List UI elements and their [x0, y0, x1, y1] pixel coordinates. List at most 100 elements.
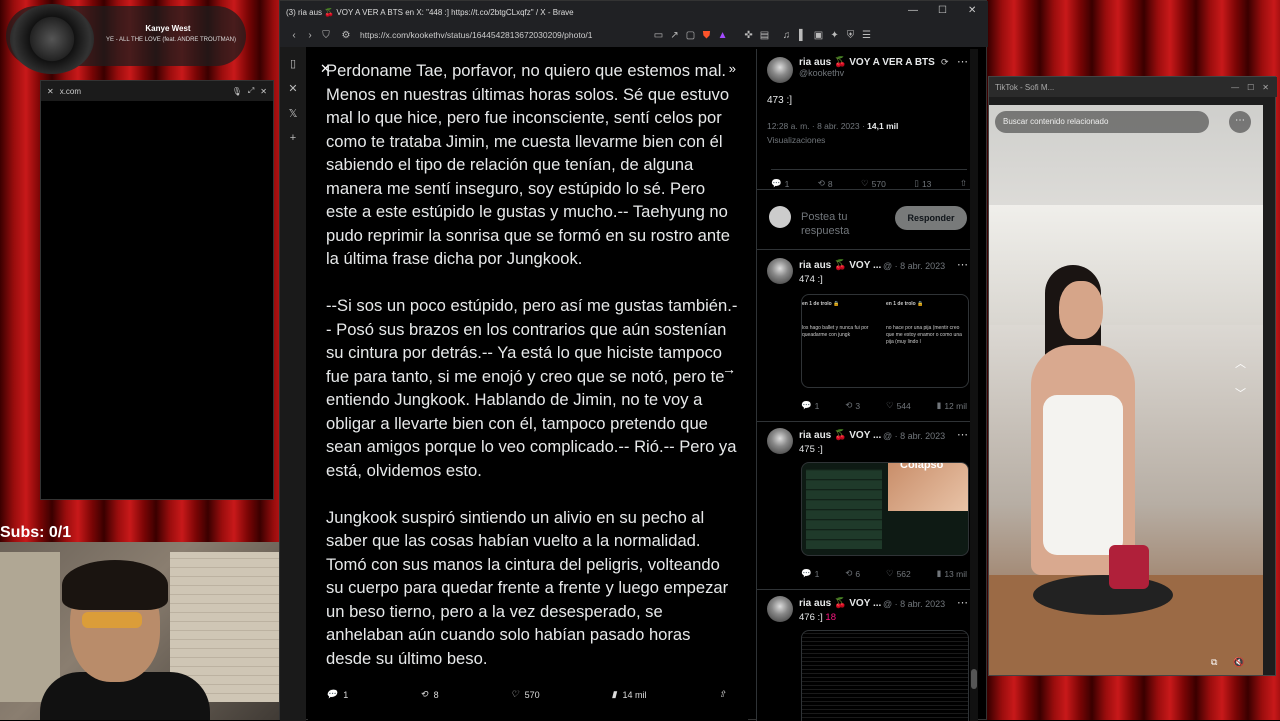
bookmark-icon[interactable]: ⛉: [318, 30, 334, 41]
more-icon[interactable]: ⋯: [957, 258, 968, 271]
more-icon[interactable]: ⋯: [957, 428, 968, 441]
author-handle[interactable]: @kookethv: [799, 68, 969, 78]
heart-icon: ♡: [510, 689, 519, 699]
cutting-board: [1033, 575, 1173, 615]
reply-tweet[interactable]: ria aus 🍒 VOY ... @ · 8 abr. 2023 ⋯ 474 …: [757, 249, 978, 419]
reply-button[interactable]: 💬 1: [771, 178, 789, 189]
add-icon[interactable]: +: [290, 132, 296, 144]
leo-ai-icon[interactable]: ✦: [827, 30, 843, 41]
close-window-button[interactable]: ✕: [968, 5, 976, 16]
close-window-button[interactable]: ✕: [1262, 83, 1269, 92]
person-tank-top: [1043, 395, 1123, 555]
x-logo-icon: ✕: [47, 86, 54, 96]
scroll-up-icon[interactable]: ︿: [1235, 355, 1246, 371]
scroll-down-icon[interactable]: ﹀: [1235, 385, 1246, 401]
main-tweet-text: 473 :]: [767, 95, 793, 106]
expand-icon[interactable]: ⤢: [248, 86, 254, 96]
sidebar-toggle-icon[interactable]: ▌: [795, 30, 811, 41]
share-icon[interactable]: ↗: [667, 30, 683, 41]
share-button[interactable]: ⇧: [718, 689, 726, 700]
reply-author[interactable]: ria aus 🍒 VOY ...: [799, 430, 881, 441]
chat-screenshot: [806, 469, 882, 549]
extensions-icon[interactable]: ✜: [741, 30, 757, 41]
views-button[interactable]: ▮ 12 mil: [937, 400, 967, 411]
tiktok-video[interactable]: Buscar contenido relacionado ⋯ ︿ ﹀ ⧉ 🔇: [989, 105, 1263, 675]
like-button[interactable]: ♡ 562: [886, 568, 911, 579]
like-button[interactable]: ♡ 570: [861, 178, 886, 189]
scrollbar-thumb[interactable]: [971, 669, 977, 689]
tiktok-title-bar: TikTok - Sofi M... — ☐ ✕: [989, 77, 1277, 97]
avatar[interactable]: [767, 596, 793, 622]
extension-icon[interactable]: ▢: [683, 30, 699, 41]
music-icon[interactable]: ♫: [779, 30, 795, 41]
streamer-hair: [62, 560, 168, 610]
forward-icon[interactable]: ›: [302, 30, 318, 41]
age-badge: 18: [825, 612, 836, 623]
like-button[interactable]: ♡ 544: [886, 400, 911, 411]
streamer-glasses: [82, 612, 142, 628]
more-icon[interactable]: ⋯: [1229, 111, 1251, 133]
url-field[interactable]: https://x.com/kookethv/status/1644542813…: [360, 30, 593, 40]
vpn-icon[interactable]: ⛨: [843, 30, 859, 41]
webcam-feed: [0, 542, 300, 720]
music-artist: Kanye West: [145, 24, 191, 33]
views-button[interactable]: ▮ 13 mil: [937, 568, 967, 579]
reply-author[interactable]: ria aus 🍒 VOY ...: [799, 598, 881, 609]
avatar[interactable]: [767, 428, 793, 454]
reply-submit-button[interactable]: Responder: [895, 206, 967, 230]
brave-shield-icon[interactable]: ⛊: [699, 30, 715, 41]
maximize-button[interactable]: ☐: [1247, 83, 1254, 92]
repost-button[interactable]: ⟲ 6: [845, 568, 860, 579]
main-tweet-stats: 💬 1 ⟲ 8 ♡ 570 ▯ 13 ⇧: [771, 169, 967, 189]
reply-tweet[interactable]: ria aus 🍒 VOY ... @ · 8 abr. 2023 ⋯ 476 …: [757, 589, 978, 721]
site-info-icon[interactable]: ⚙: [338, 30, 354, 41]
tab-search-icon[interactable]: ▤: [757, 30, 773, 41]
address-bar-row: ‹ › ⛉ ⚙ https://x.com/kookethv/status/16…: [280, 23, 988, 47]
repost-button[interactable]: ⟲ 8: [420, 689, 439, 700]
reply-tweet[interactable]: ria aus 🍒 VOY ... @ · 8 abr. 2023 ⋯ 475 …: [757, 421, 978, 589]
reply-image[interactable]: [801, 630, 969, 721]
minimize-button[interactable]: —: [908, 5, 918, 16]
reply-author[interactable]: ria aus 🍒 VOY ...: [799, 260, 881, 271]
views-label: Visualizaciones: [767, 135, 826, 145]
close-icon[interactable]: ✕: [260, 87, 267, 96]
repost-button[interactable]: ⟲ 3: [845, 400, 860, 411]
menu-icon[interactable]: ☰: [859, 30, 875, 41]
tiktok-search-input[interactable]: Buscar contenido relacionado: [995, 111, 1209, 133]
more-icon[interactable]: ⋯: [957, 55, 968, 68]
reply-stats: 💬 1 ⟲ 3 ♡ 544 ▮ 12 mil: [801, 400, 967, 411]
back-icon[interactable]: ‹: [286, 30, 302, 41]
x-logo-icon[interactable]: 𝕏: [289, 107, 298, 120]
maximize-button[interactable]: ☐: [938, 5, 947, 16]
views-button[interactable]: ▮ 14 mil: [612, 689, 647, 700]
more-icon[interactable]: ⋯: [957, 596, 968, 609]
bookmark-button[interactable]: ▯ 13: [914, 178, 931, 189]
sidebar-panel-icon[interactable]: ▯: [290, 57, 296, 70]
reply-button[interactable]: 💬 1: [801, 400, 819, 411]
reply-button[interactable]: 💬 1: [326, 689, 348, 700]
views-count: 14,1 mil: [867, 121, 899, 131]
share-button[interactable]: ⇧: [960, 178, 967, 189]
avatar[interactable]: [767, 57, 793, 83]
scrollbar[interactable]: [970, 49, 978, 721]
like-button[interactable]: ♡ 570: [511, 689, 540, 700]
repost-icon: ⟲: [420, 689, 428, 699]
reply-image[interactable]: en 1 de trolo 🔒 los hago ballet y nunca …: [801, 294, 969, 388]
grok-icon[interactable]: ⟳: [941, 57, 949, 68]
reply-image[interactable]: Colapso: [801, 462, 969, 556]
minimize-button[interactable]: —: [1231, 83, 1239, 92]
avatar[interactable]: [767, 258, 793, 284]
brave-rewards-icon[interactable]: ▲: [715, 30, 731, 41]
reply-composer: Postea tu respuesta Responder: [757, 189, 978, 247]
repost-button[interactable]: ⟲ 8: [818, 178, 833, 189]
mic-icon[interactable]: 🎙: [232, 87, 242, 96]
tweet-thread-panel: ria aus 🍒 VOY A VER A BTS @kookethv ⟳ ⋯ …: [756, 49, 978, 721]
wall-poster: [0, 552, 60, 702]
wallet-icon[interactable]: ▣: [811, 30, 827, 41]
reply-button[interactable]: 💬 1: [801, 568, 819, 579]
sidebar-close-icon[interactable]: ✕: [288, 82, 297, 95]
mute-icon[interactable]: 🔇: [1233, 657, 1244, 668]
reply-input[interactable]: Postea tu respuesta: [801, 210, 891, 238]
cast-icon[interactable]: ▭: [651, 30, 667, 41]
pip-icon[interactable]: ⧉: [1211, 657, 1217, 668]
